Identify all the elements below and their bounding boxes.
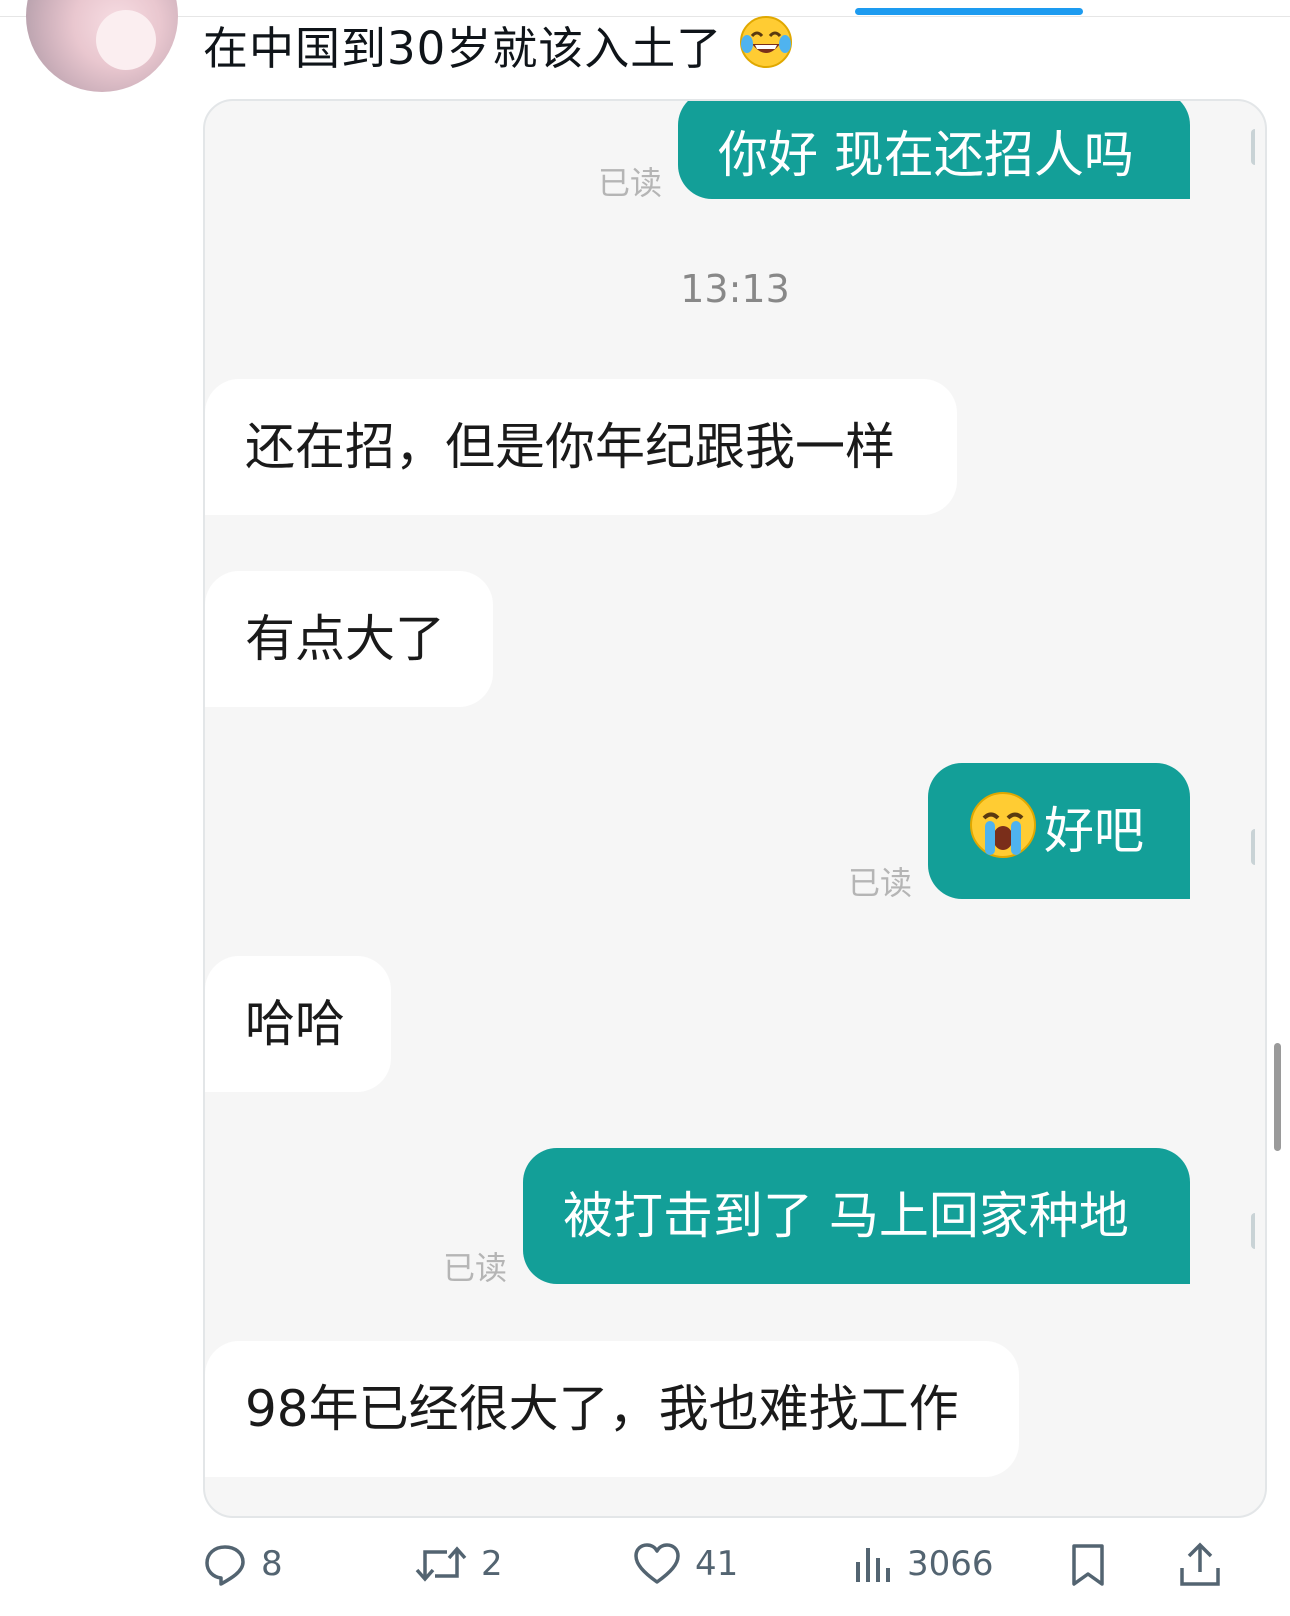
reply-button[interactable]: 8 [203,1542,283,1586]
chat-message-text: 还在招，但是你年纪跟我一样 [245,418,895,476]
chat-message-text: 哈哈 [245,995,345,1053]
like-button[interactable]: 41 [633,1542,738,1586]
chat-message-text: 好吧 [1044,802,1144,860]
chat-message-sent: 好吧 [928,763,1190,899]
reply-icon [203,1542,247,1586]
bookmark-icon [1068,1542,1108,1588]
avatar-edge [1251,129,1265,165]
share-icon [1178,1542,1222,1588]
tab-indicator [855,8,1083,15]
loudly-crying-face-icon [966,788,1040,875]
avatar-edge [1251,1213,1265,1249]
face-with-tears-of-joy-icon [738,14,794,83]
tweet-actions: 8 2 41 3066 [203,1542,1265,1592]
scrollbar[interactable] [1274,1043,1281,1151]
chat-message-received: 98年已经很大了，我也难找工作 [205,1341,1019,1477]
views-button[interactable]: 3066 [853,1542,994,1586]
avatar[interactable] [26,0,178,92]
chat-message-sent: 被打击到了 马上回家种地 [523,1148,1190,1284]
bookmark-button[interactable] [1068,1542,1108,1588]
reply-count: 8 [261,1544,283,1584]
chat-message-received: 哈哈 [205,956,391,1092]
avatar-face [96,10,156,70]
chat-message-received: 还在招，但是你年纪跟我一样 [205,379,957,515]
read-status: 已读 [848,864,913,902]
share-button[interactable] [1178,1542,1222,1588]
read-status: 已读 [443,1249,508,1287]
views-icon [853,1542,893,1586]
chat-screenshot-image[interactable]: 你好 现在还招人吗 已读 13:13 还在招，但是你年纪跟我一样 有点大了 好吧… [203,99,1267,1518]
read-status: 已读 [598,164,663,202]
chat-message-text: 你好 现在还招人吗 [718,126,1134,184]
views-count: 3066 [907,1544,994,1584]
chat-message-text: 被打击到了 马上回家种地 [563,1187,1129,1245]
avatar-edge [1251,829,1265,865]
retweet-button[interactable]: 2 [415,1542,503,1586]
retweet-count: 2 [481,1544,503,1584]
heart-icon [633,1542,681,1586]
retweet-icon [415,1542,467,1586]
chat-message-text: 有点大了 [245,610,445,668]
chat-message-received: 有点大了 [205,571,493,707]
tweet-text: 在中国到30岁就该入土了 [203,14,794,83]
like-count: 41 [695,1544,739,1584]
chat-message-text: 98年已经很大了，我也难找工作 [245,1380,959,1438]
chat-message-sent: 你好 现在还招人吗 [678,101,1190,199]
chat-timestamp: 13:13 [680,267,790,311]
tweet-text-content: 在中国到30岁就该入土了 [203,22,723,75]
